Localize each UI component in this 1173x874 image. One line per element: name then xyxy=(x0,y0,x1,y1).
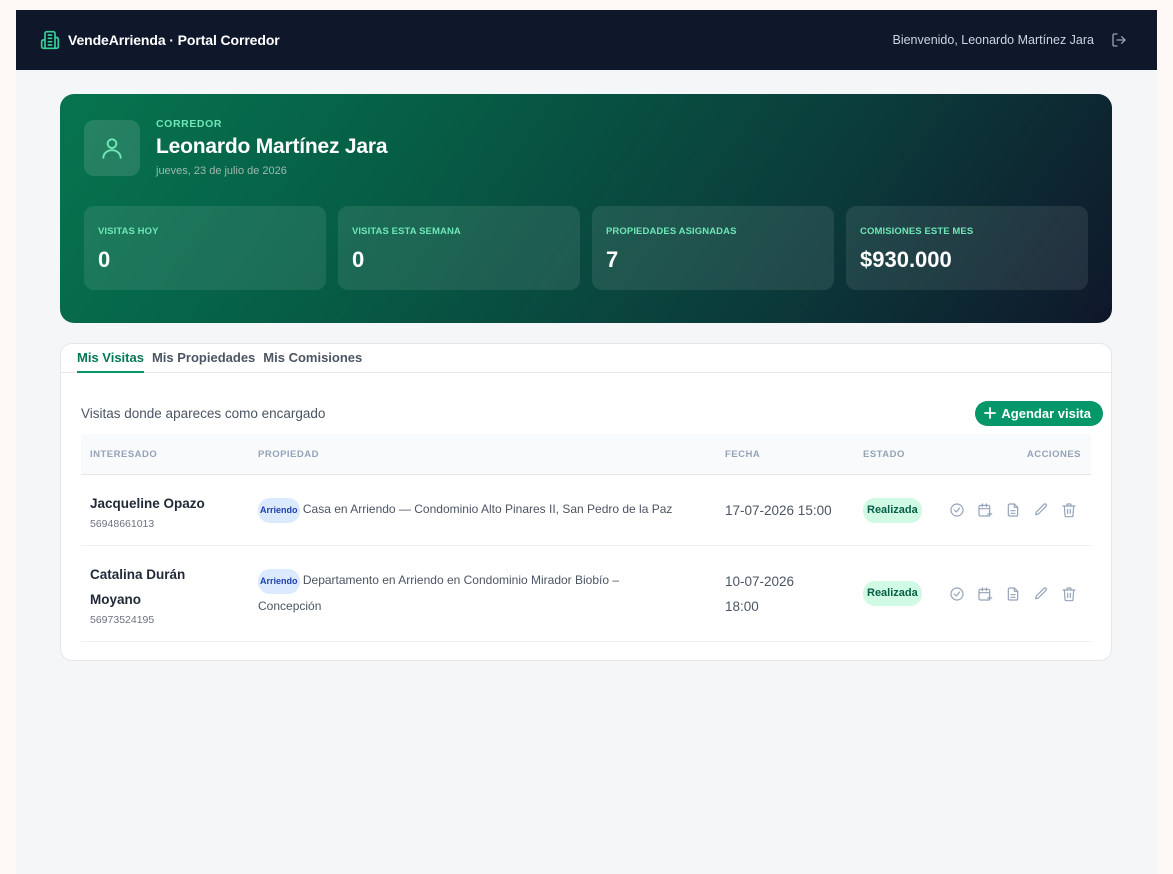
cell-fecha: 10-07-2026 18:00 xyxy=(725,573,795,614)
profile-header: CORREDOR Leonardo Martínez Jara jueves, … xyxy=(84,118,1088,177)
cell-acciones xyxy=(935,502,1091,518)
interesado-phone: 56973524195 xyxy=(90,613,155,626)
nav-right: Bienvenido, Leonardo Martínez Jara xyxy=(892,31,1128,49)
table-header: INTERESADO PROPIEDAD FECHA ESTADO ACCION… xyxy=(81,434,1091,475)
agent-name: Leonardo Martínez Jara xyxy=(156,135,388,158)
cell-acciones xyxy=(935,586,1091,602)
cell-estado: Realizada xyxy=(863,497,935,523)
profile-hero: CORREDOR Leonardo Martínez Jara jueves, … xyxy=(60,94,1112,323)
cell-propiedad: Arriendo Casa en Arriendo — Condominio A… xyxy=(258,497,725,523)
welcome-text: Bienvenido, Leonardo Martínez Jara xyxy=(892,33,1094,47)
stat-value: 0 xyxy=(98,247,111,272)
operation-tag: Arriendo xyxy=(258,497,300,523)
current-date: jueves, 23 de julio de 2026 xyxy=(156,165,287,177)
tab-bar: Mis Visitas Mis Propiedades Mis Comision… xyxy=(61,344,1111,373)
interesado-name: Catalina Durán Moyano xyxy=(90,566,186,607)
property-title[interactable]: Casa en Arriendo — Condominio Alto Pinar… xyxy=(303,502,673,516)
document-icon[interactable] xyxy=(1005,586,1021,602)
cell-interesado: Catalina Durán Moyano 56973524195 xyxy=(81,562,258,626)
stat-visits-today: VISITAS HOY 0 xyxy=(84,206,326,290)
table-row: Catalina Durán Moyano 56973524195 Arrien… xyxy=(81,546,1091,642)
visits-subtitle: Visitas donde apareces como encargado xyxy=(81,406,326,421)
col-estado: ESTADO xyxy=(863,448,905,460)
brand-title: VendeArrienda · Portal Corredor xyxy=(68,32,280,48)
stat-label: COMISIONES ESTE MES xyxy=(860,226,974,237)
stat-value: $930.000 xyxy=(860,247,952,272)
status-badge: Realizada xyxy=(863,497,922,523)
stat-monthly-commissions: COMISIONES ESTE MES $930.000 xyxy=(846,206,1088,290)
check-circle-icon[interactable] xyxy=(949,586,965,602)
cell-interesado: Jacqueline Opazo 56948661013 xyxy=(81,491,258,530)
pencil-icon[interactable] xyxy=(1033,586,1049,602)
navbar: VendeArrienda · Portal Corredor Bienveni… xyxy=(16,10,1157,70)
logout-icon[interactable] xyxy=(1110,31,1128,49)
stat-label: VISITAS HOY xyxy=(98,226,159,237)
table-row: Jacqueline Opazo 56948661013 Arriendo Ca… xyxy=(81,475,1091,546)
trash-icon[interactable] xyxy=(1061,586,1077,602)
interesado-phone: 56948661013 xyxy=(90,517,155,530)
plus-icon xyxy=(984,407,997,419)
cell-propiedad: Arriendo Departamento en Arriendo en Con… xyxy=(258,568,725,618)
stat-visits-week: VISITAS ESTA SEMANA 0 xyxy=(338,206,580,290)
pencil-icon[interactable] xyxy=(1033,502,1049,518)
cell-fecha: 17-07-2026 15:00 xyxy=(725,502,832,518)
stat-assigned-properties: PROPIEDADES ASIGNADAS 7 xyxy=(592,206,834,290)
profile-info: CORREDOR Leonardo Martínez Jara jueves, … xyxy=(156,118,388,177)
col-propiedad: PROPIEDAD xyxy=(258,448,319,460)
interesado-name: Jacqueline Opazo xyxy=(90,495,205,511)
status-badge: Realizada xyxy=(863,581,922,606)
stat-label: PROPIEDADES ASIGNADAS xyxy=(606,226,737,237)
add-visit-button[interactable]: Agendar visita xyxy=(975,401,1103,426)
calendar-plus-icon[interactable] xyxy=(977,502,993,518)
trash-icon[interactable] xyxy=(1061,502,1077,518)
avatar xyxy=(84,119,140,176)
visits-card: Mis Visitas Mis Propiedades Mis Comision… xyxy=(60,343,1112,661)
col-interesado: INTERESADO xyxy=(90,448,158,460)
stat-label: VISITAS ESTA SEMANA xyxy=(352,226,461,237)
calendar-plus-icon[interactable] xyxy=(977,586,993,602)
check-circle-icon[interactable] xyxy=(949,502,965,518)
tab-mis-comisiones[interactable]: Mis Comisiones xyxy=(263,350,362,373)
operation-tag: Arriendo xyxy=(258,568,300,594)
add-visit-label: Agendar visita xyxy=(1001,406,1091,421)
stats-row: VISITAS HOY 0 VISITAS ESTA SEMANA 0 PROP… xyxy=(84,206,1088,290)
col-fecha: FECHA xyxy=(725,448,761,460)
visits-table: INTERESADO PROPIEDAD FECHA ESTADO ACCION… xyxy=(81,434,1091,642)
tab-mis-propiedades[interactable]: Mis Propiedades xyxy=(152,350,255,373)
building-icon xyxy=(40,30,60,50)
user-icon xyxy=(99,135,125,161)
cell-estado: Realizada xyxy=(863,581,935,606)
app-root: VendeArrienda · Portal Corredor Bienveni… xyxy=(16,10,1157,874)
brand[interactable]: VendeArrienda · Portal Corredor xyxy=(40,30,280,50)
role-label: CORREDOR xyxy=(156,118,223,130)
col-acciones: ACCIONES xyxy=(1026,448,1081,460)
property-title[interactable]: Departamento en Arriendo en Condominio M… xyxy=(258,573,619,612)
stat-value: 0 xyxy=(352,247,365,272)
visits-header: Visitas donde apareces como encargado Ag… xyxy=(61,373,1111,434)
tab-mis-visitas[interactable]: Mis Visitas xyxy=(77,350,144,373)
document-icon[interactable] xyxy=(1005,502,1021,518)
stat-value: 7 xyxy=(606,247,619,272)
